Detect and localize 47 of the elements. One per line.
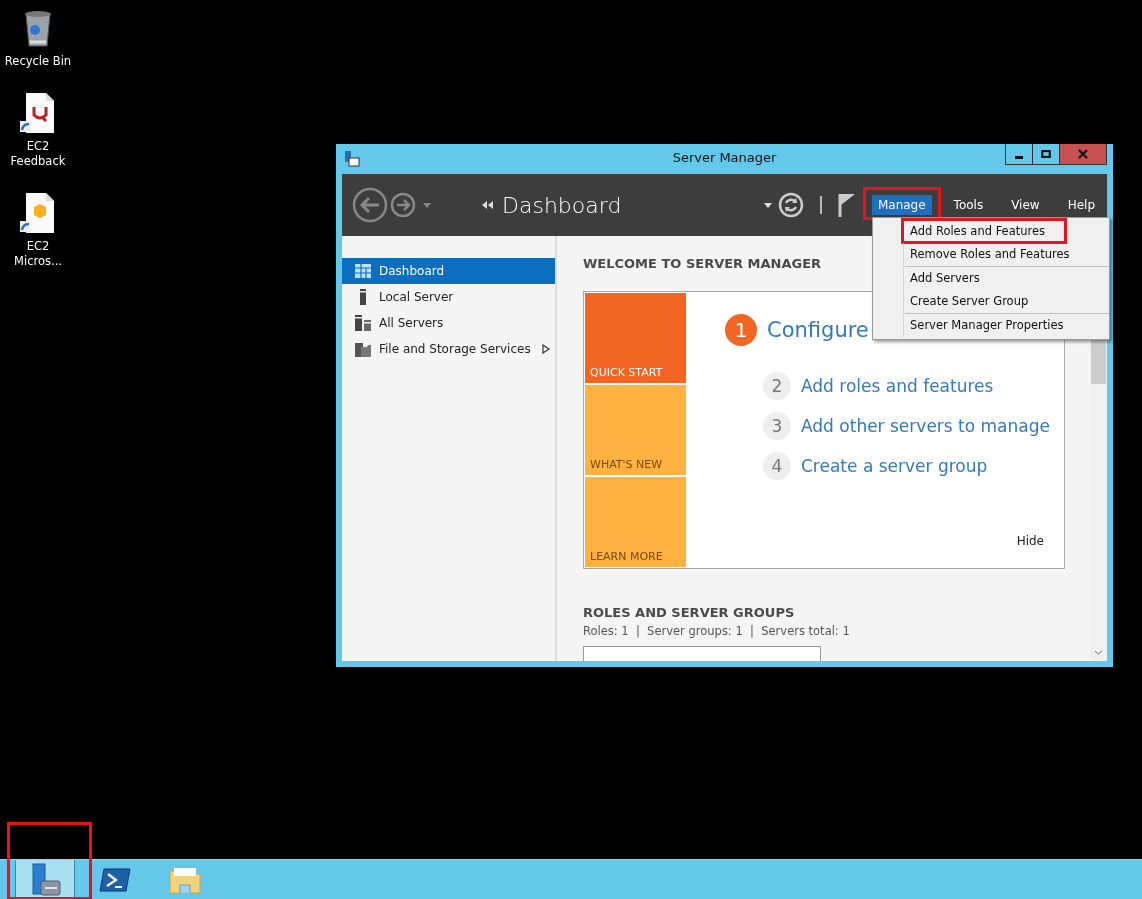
maximize-icon [1041,149,1051,159]
step-link[interactable]: Add roles and features [801,376,994,396]
scroll-thumb[interactable] [1091,340,1106,384]
tile[interactable]: WHAT'S NEW [585,385,686,475]
menu-item[interactable]: View [1005,195,1046,215]
server-icon [354,341,372,357]
section-heading: ROLES AND SERVER GROUPS [583,605,796,620]
server-icon [354,315,372,331]
window-title: Server Manager [672,150,777,165]
sidebar-item[interactable]: File and Storage Services [342,336,555,362]
sidebar-item[interactable]: Local Server [342,284,555,310]
double-chevron-icon [482,200,494,210]
breadcrumb-title: Dashboard [502,192,622,218]
dropdown-item[interactable]: Add Servers [905,269,998,287]
step-link[interactable]: Configure [767,318,869,342]
icon-label: Recycle Bin [4,54,72,69]
dropdown-item[interactable]: Remove Roles and Features [905,245,1088,263]
step-number: 3 [763,412,791,440]
tile[interactable]: LEARN MORE [585,477,686,567]
refresh-icon[interactable] [777,192,804,218]
icon-label: EC2 Micros... [14,239,62,269]
step-link[interactable]: Add other servers to manage [801,416,1050,436]
sidebar-item[interactable]: Dashboard [342,258,555,284]
dropdown-item[interactable]: Server Manager Properties [905,316,1082,334]
app-icon [344,151,360,167]
back-forward-arrows-icon[interactable] [352,185,434,225]
sidebar-item[interactable]: All Servers [342,310,555,336]
taskbar-button[interactable] [15,860,75,899]
step-number: 1 [725,314,757,346]
summary-text: Roles: 1 | Server groups: 1 | Servers total: 1 [583,624,851,638]
menu-item[interactable]: Tools [947,195,990,215]
menu-item[interactable]: Manage [871,195,932,215]
hide-link[interactable]: Hide [1016,534,1044,548]
dropdown-item[interactable]: Create Server Group [905,292,1047,310]
menu-item[interactable]: Help [1061,195,1101,215]
dropdown-item[interactable]: Add Roles and Features [905,222,1064,240]
step-link[interactable]: Create a server group [801,456,988,476]
expand-arrow-icon[interactable] [541,344,550,354]
close-icon [1078,149,1088,159]
minimize-icon [1015,155,1023,159]
grid-icon [354,263,372,279]
section-heading: WELCOME TO SERVER MANAGER [583,256,823,271]
close-button[interactable] [1060,144,1106,164]
step-number: 2 [763,372,791,400]
step-number: 4 [763,452,791,480]
flag-icon[interactable] [837,192,856,218]
icon-label: EC2 Feedback [10,139,66,169]
